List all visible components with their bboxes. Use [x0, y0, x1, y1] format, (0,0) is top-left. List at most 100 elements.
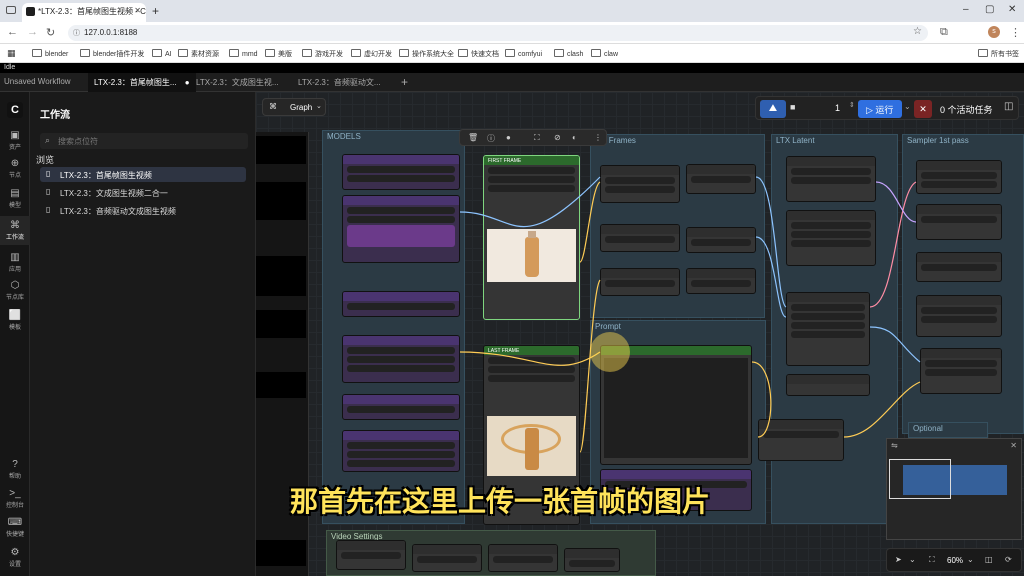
color-picker-icon[interactable]: ●: [506, 133, 511, 142]
rail-shortcuts[interactable]: ⌨ 快捷键: [0, 517, 30, 538]
workflow-item[interactable]: ▯ LTX-2.3：首尾帧图生视频: [40, 167, 246, 182]
bookmark-item[interactable]: 游戏开发: [302, 49, 343, 59]
frame-icon[interactable]: ⛶: [534, 133, 540, 143]
address-bar-row: ← → ↻ ⓘ 127.0.0.1:8188 ☆ ⧉ s ⋮: [0, 22, 1024, 44]
app-icon: ▥: [10, 252, 20, 263]
minimize-icon[interactable]: –: [963, 4, 969, 15]
forward-icon[interactable]: →: [27, 26, 38, 38]
browser-tab[interactable]: *LTX-2.3：首尾帧图生视频 - C ✕: [22, 3, 146, 22]
tab-unsaved-workflow[interactable]: Unsaved Workflow: [4, 77, 71, 86]
apps-grid-icon[interactable]: ▦: [7, 48, 16, 59]
tab-active-workflow[interactable]: LTX-2.3：首尾帧图生... ●: [88, 73, 196, 92]
bookmark-item[interactable]: clash: [554, 49, 583, 58]
rail-workflows[interactable]: ⌘ 工作流: [0, 216, 30, 245]
rail-templates[interactable]: ⬜ 模板: [0, 310, 30, 331]
link-visibility-icon[interactable]: ⟳: [1005, 555, 1012, 564]
url-text: 127.0.0.1:8188: [84, 28, 138, 37]
delete-icon[interactable]: 🗑: [468, 133, 478, 142]
cancel-button[interactable]: ✕: [914, 100, 932, 118]
minimap[interactable]: ⇋ ✕: [886, 438, 1022, 540]
browser-tab-bar: *LTX-2.3：首尾帧图生视频 - C ✕ + – ▢ ✕: [0, 0, 1024, 22]
comfy-logo: C: [7, 102, 23, 118]
close-tab-icon[interactable]: ✕: [134, 6, 141, 15]
bypass-icon[interactable]: ⊘: [554, 133, 561, 142]
bookmark-star-icon[interactable]: ☆: [913, 26, 922, 37]
rail-assets[interactable]: ▣ 资产: [0, 130, 30, 151]
bookmark-item[interactable]: 操作系统大全: [399, 49, 454, 59]
bookmark-item[interactable]: claw: [591, 49, 618, 58]
rail-models[interactable]: ▤ 模型: [0, 188, 30, 209]
url-input[interactable]: ⓘ 127.0.0.1:8188 ☆: [68, 25, 928, 41]
settings-icon: ⚙: [10, 547, 20, 558]
bookmark-item[interactable]: mmd: [229, 49, 258, 58]
status-text: Idle: [4, 64, 16, 71]
pointer-tool-icon[interactable]: ➤: [895, 555, 902, 564]
bookmark-item[interactable]: 素材资源: [178, 49, 219, 59]
palette-icon[interactable]: ◐: [572, 133, 577, 142]
file-icon: ▯: [46, 187, 51, 196]
workflow-tabs: Unsaved Workflow LTX-2.3：首尾帧图生... ● LTX-…: [0, 73, 1024, 92]
run-toolbar: ⛰ ■ 1 ⇕ ▷ 运行 ⌄ ✕ 0 个活动任务 ◫: [755, 96, 1019, 120]
icon-rail: C ▣ 资产 ⊕ 节点 ▤ 模型 ⌘ 工作流 ▥ 应用 ⬡ 节点库 ⬜ 模板 ? 帮助 >_ 控制…: [0, 92, 30, 576]
back-icon[interactable]: ←: [7, 26, 18, 38]
file-icon: ▯: [46, 205, 51, 214]
search-placeholder: 搜索点位符: [58, 137, 98, 146]
selection-toolbar: 🗑 ⓘ ● ⛶ ⊘ ◐ ⋮: [459, 129, 607, 146]
panel-search-input[interactable]: ⌕ 搜索点位符: [40, 133, 248, 149]
minimap-toggle-icon[interactable]: ⇋: [891, 441, 898, 450]
all-bookmarks[interactable]: 所有书签: [978, 49, 1019, 59]
rail-node-library[interactable]: ⬡ 节点库: [0, 280, 30, 301]
rail-console[interactable]: >_ 控制台: [0, 488, 30, 509]
play-icon: ▷: [866, 105, 876, 115]
info-icon[interactable]: ⓘ: [73, 28, 80, 38]
queue-count-input[interactable]: 1: [835, 103, 840, 113]
rail-apps[interactable]: ▥ 应用: [0, 252, 30, 273]
tab-workflow[interactable]: LTX-2.3：音频驱动文...: [298, 77, 381, 88]
stop-icon[interactable]: ■: [790, 102, 802, 115]
profile-avatar[interactable]: s: [988, 26, 1000, 38]
active-tasks-label[interactable]: 0 个活动任务: [940, 103, 993, 116]
bookmark-item[interactable]: comfyui: [505, 49, 542, 58]
info-icon[interactable]: ⓘ: [487, 133, 495, 144]
minimap-viewport[interactable]: [889, 459, 951, 499]
workflow-item[interactable]: ▯ LTX-2.3：文成图生视频二合一: [40, 185, 246, 200]
bookmark-item[interactable]: 美版: [265, 49, 292, 59]
graph-canvas[interactable]: ⌘ Graph ⌄ MODELS ure Frames LTX Latent S…: [256, 92, 1024, 576]
chevron-down-icon[interactable]: ⌄: [967, 555, 974, 564]
cursor-highlight: [590, 332, 630, 372]
keyboard-icon: ⌨: [7, 517, 23, 528]
menu-icon[interactable]: ⋮: [1010, 26, 1021, 39]
queue-panel-icon[interactable]: ⛰: [760, 100, 786, 118]
rail-help[interactable]: ? 帮助: [0, 459, 30, 480]
bookmark-item[interactable]: blender插件开发: [80, 49, 144, 59]
tab-workflow[interactable]: LTX-2.3：文成图生视...: [196, 77, 279, 88]
maximize-icon[interactable]: ▢: [985, 4, 994, 15]
extensions-icon[interactable]: ⧉: [940, 26, 948, 39]
new-tab-icon[interactable]: +: [152, 4, 159, 18]
fit-view-icon[interactable]: ⛶: [929, 555, 935, 565]
panel-title: 工作流: [40, 110, 70, 121]
minimap-close-icon[interactable]: ✕: [1010, 441, 1017, 450]
stepper-icon[interactable]: ⇕: [849, 101, 855, 109]
minimap-icon[interactable]: ◫: [985, 555, 993, 564]
rail-settings[interactable]: ⚙ 设置: [0, 547, 30, 568]
bookmark-item[interactable]: AI: [152, 49, 172, 58]
bookmark-item[interactable]: 快速文档: [458, 49, 499, 59]
chevron-down-icon[interactable]: ⌄: [909, 555, 916, 564]
rail-nodes[interactable]: ⊕ 节点: [0, 158, 30, 179]
run-button[interactable]: ▷ 运行: [858, 100, 902, 118]
bookmark-item[interactable]: 虚幻开发: [351, 49, 392, 59]
more-icon[interactable]: ⋮: [594, 133, 602, 142]
tab-label: LTX-2.3：首尾帧图生...: [94, 78, 177, 87]
reload-icon[interactable]: ↻: [46, 26, 55, 39]
cube-icon: ▣: [10, 130, 20, 141]
run-options-icon[interactable]: ⌄: [904, 102, 911, 111]
close-window-icon[interactable]: ✕: [1008, 4, 1016, 15]
tab-search-icon[interactable]: [6, 6, 16, 14]
new-workflow-tab-icon[interactable]: +: [401, 75, 408, 89]
zoom-level[interactable]: 60%: [947, 556, 963, 565]
search-icon: ⌕: [45, 135, 51, 145]
bookmark-item[interactable]: blender: [32, 49, 68, 58]
workflow-item[interactable]: ▯ LTX-2.3：音频驱动文成图生视频: [40, 203, 246, 218]
panel-toggle-icon[interactable]: ◫: [1004, 101, 1013, 112]
